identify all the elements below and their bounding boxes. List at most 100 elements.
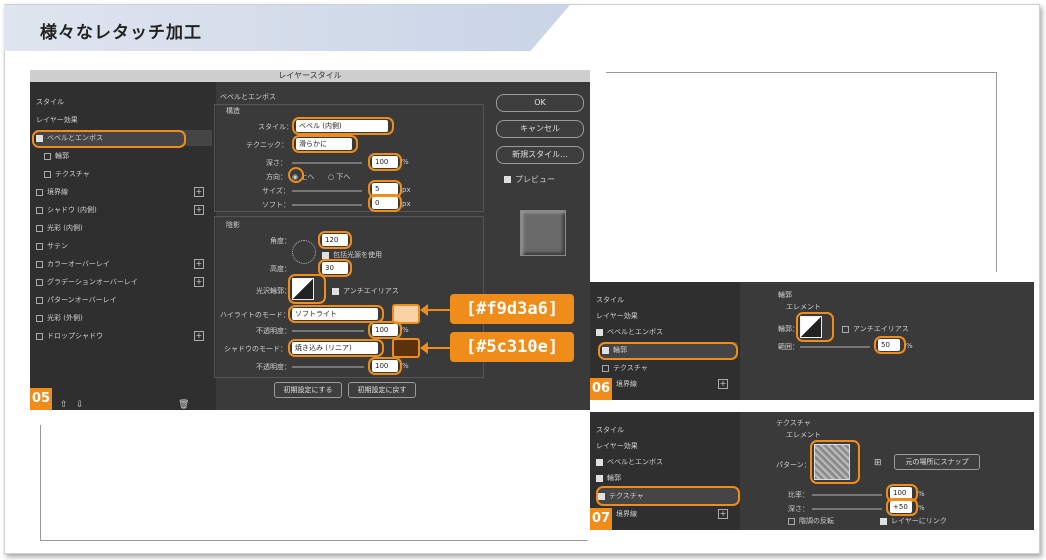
- checkbox-icon[interactable]: [36, 260, 43, 268]
- checkbox-icon[interactable]: [36, 296, 43, 304]
- new-style-button[interactable]: 新規スタイル...: [496, 146, 584, 164]
- style-item-satin[interactable]: サテン: [36, 238, 212, 254]
- style-item-drop-shadow[interactable]: ドロップシャドウ +: [36, 328, 212, 344]
- style-item-label: 輪郭: [607, 474, 621, 482]
- style-item-layer-effects[interactable]: レイヤー効果: [596, 438, 772, 454]
- style-item-label: 光彩 (外側): [47, 314, 83, 322]
- preview-checkbox[interactable]: プレビュー: [504, 174, 555, 185]
- style-list-panel: スタイル レイヤー効果 ベベルとエンボス 輪郭 テクスチャ 境界線 +: [590, 282, 740, 400]
- style-item-inner-shadow[interactable]: シャドウ (内側) +: [36, 202, 212, 218]
- style-item-layer-effects[interactable]: レイヤー効果: [596, 308, 772, 324]
- checkbox-icon[interactable]: [36, 188, 43, 196]
- highlight-sopacity: [368, 357, 402, 375]
- scale-label: 比率：: [788, 491, 809, 499]
- style-item-label: 境界線: [616, 380, 637, 388]
- px-label: px: [402, 200, 411, 208]
- add-icon[interactable]: +: [194, 259, 204, 269]
- style-item-outer-glow[interactable]: 光彩 (外側): [36, 310, 212, 326]
- style-item-pattern-overlay[interactable]: パターンオーバーレイ: [36, 292, 212, 308]
- highlight-bevel: [32, 130, 186, 148]
- checkbox-icon[interactable]: [36, 332, 43, 340]
- add-icon[interactable]: +: [718, 379, 728, 389]
- soften-label: ソフト：: [262, 201, 290, 209]
- checkbox-icon[interactable]: [36, 242, 43, 250]
- highlight-contour-item: [598, 342, 738, 360]
- shadow-opacity-label: 不透明度：: [256, 363, 291, 371]
- depth-slider[interactable]: [292, 162, 362, 164]
- add-icon[interactable]: +: [194, 331, 204, 341]
- snap-origin-button[interactable]: 元の場所にスナップ: [894, 454, 980, 470]
- checkbox-icon[interactable]: [36, 314, 43, 322]
- shadow-opacity-slider[interactable]: [292, 366, 364, 368]
- pattern-label: パターン：: [776, 461, 811, 469]
- add-icon[interactable]: +: [194, 205, 204, 215]
- add-icon[interactable]: +: [194, 277, 204, 287]
- checkbox-icon[interactable]: [44, 152, 51, 160]
- style-item-label: テクスチャ: [55, 170, 90, 178]
- add-icon[interactable]: +: [718, 509, 728, 519]
- guide-line: [40, 425, 41, 540]
- percent-label: %: [402, 362, 409, 370]
- move-down-icon[interactable]: ⇩: [76, 400, 84, 410]
- style-item-inner-glow[interactable]: 光彩 (内側): [36, 220, 212, 236]
- style-item-stroke[interactable]: 境界線 +: [36, 184, 212, 200]
- style-item-label: パターンオーバーレイ: [47, 296, 117, 304]
- style-item-contour[interactable]: 輪郭: [596, 470, 772, 486]
- ok-button[interactable]: OK: [496, 94, 584, 112]
- checkbox-icon[interactable]: [596, 328, 603, 336]
- style-item-contour[interactable]: 輪郭: [44, 148, 220, 164]
- add-icon[interactable]: +: [194, 187, 204, 197]
- style-item-label: ベベルとエンボス: [607, 458, 663, 466]
- shadow-color-swatch[interactable]: [392, 338, 420, 358]
- make-default-button[interactable]: 初期設定にする: [274, 382, 342, 398]
- px-label: px: [402, 186, 411, 194]
- antialias-checkbox[interactable]: アンチエイリアス: [842, 324, 909, 334]
- checkbox-icon[interactable]: [596, 474, 603, 482]
- scale-slider[interactable]: [812, 494, 882, 496]
- checkbox-icon[interactable]: [596, 458, 603, 466]
- style-item-bevel[interactable]: ベベルとエンボス: [596, 454, 772, 470]
- checkbox-icon[interactable]: [36, 224, 43, 232]
- invert-checkbox[interactable]: 階調の反転: [788, 516, 834, 526]
- style-item-label: テクスチャ: [613, 364, 648, 372]
- style-item-label: ドロップシャドウ: [47, 332, 103, 340]
- checkbox-icon[interactable]: [36, 206, 43, 214]
- percent-label: %: [906, 342, 913, 350]
- trash-icon[interactable]: 🗑: [178, 400, 189, 410]
- style-item-stroke[interactable]: 境界線 +: [616, 506, 736, 522]
- soften-slider[interactable]: [292, 204, 362, 206]
- checkbox-icon: [880, 517, 887, 525]
- style-item-texture[interactable]: テクスチャ: [44, 166, 220, 182]
- style-item-texture[interactable]: テクスチャ: [602, 360, 778, 376]
- highlight-range: [874, 336, 906, 354]
- link-layer-checkbox[interactable]: レイヤーにリンク: [880, 516, 947, 526]
- checkbox-icon[interactable]: [44, 170, 51, 178]
- new-preset-icon[interactable]: ⊞: [874, 458, 882, 468]
- style-item-gradient-overlay[interactable]: グラデーションオーバーレイ +: [36, 274, 212, 290]
- checkbox-icon: [504, 176, 511, 183]
- style-item-layer-effects[interactable]: レイヤー効果: [36, 112, 212, 128]
- guide-line: [996, 72, 997, 272]
- direction-label: 方向：: [266, 173, 287, 181]
- move-up-icon[interactable]: ⇧: [60, 400, 68, 410]
- angle-dial[interactable]: [292, 240, 316, 264]
- reset-default-button[interactable]: 初期設定に戻す: [348, 382, 416, 398]
- percent-label: %: [918, 490, 925, 498]
- style-item-color-overlay[interactable]: カラーオーバーレイ +: [36, 256, 212, 272]
- antialias-checkbox[interactable]: アンチエイリアス: [332, 286, 399, 296]
- depth-slider[interactable]: [812, 508, 882, 510]
- range-slider[interactable]: [800, 346, 870, 348]
- highlight-altitude: [318, 259, 352, 277]
- cancel-button[interactable]: キャンセル: [496, 120, 584, 138]
- checkbox-icon[interactable]: [602, 364, 609, 372]
- style-item-stroke[interactable]: 境界線 +: [616, 376, 736, 392]
- radio-down[interactable]: ○ 下へ: [328, 172, 350, 182]
- highlight-opacity-slider[interactable]: [292, 330, 364, 332]
- antialias-label: アンチエイリアス: [343, 287, 399, 295]
- checkbox-icon: [788, 517, 795, 525]
- step-number-05: 05: [30, 388, 52, 410]
- checkbox-icon[interactable]: [36, 278, 43, 286]
- size-slider[interactable]: [292, 190, 362, 192]
- style-item-bevel[interactable]: ベベルとエンボス: [596, 324, 772, 340]
- highlight-texture-item: [596, 486, 740, 506]
